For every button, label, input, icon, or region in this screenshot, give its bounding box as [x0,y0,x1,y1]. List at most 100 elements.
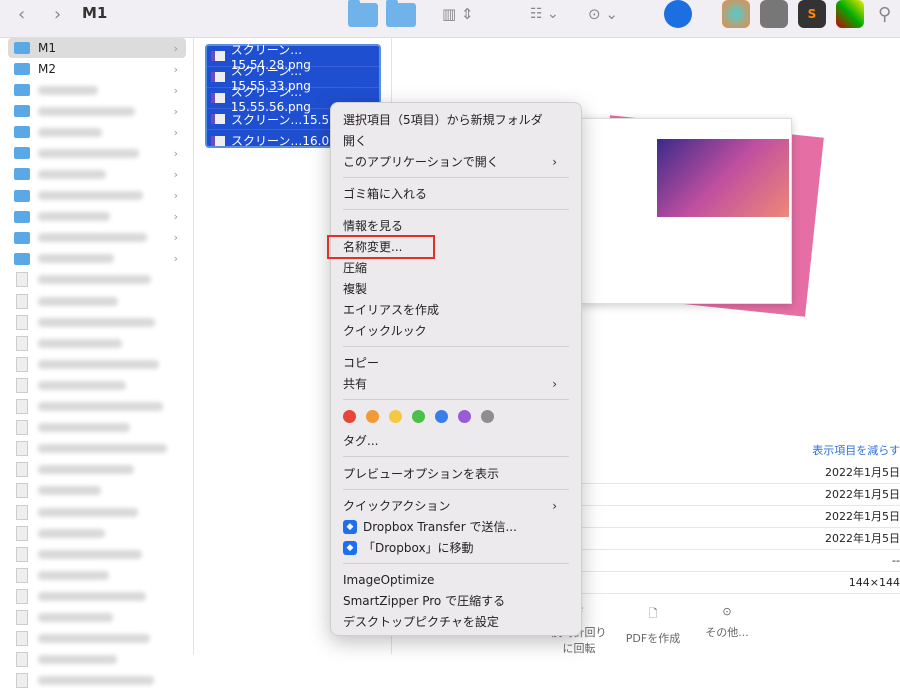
file-row[interactable] [8,418,186,438]
menu-separator [343,489,569,490]
menu-quick-actions[interactable]: クイックアクション › [343,495,569,516]
folder-icon[interactable] [386,0,416,27]
file-row[interactable] [8,333,186,353]
tag-color-dot[interactable] [481,410,494,423]
more-actions-button[interactable]: ⊙ その他... [700,605,754,640]
menu-dropbox-transfer[interactable]: ◆ Dropbox Transfer で送信... [343,516,517,537]
menu-copy[interactable]: コピー [343,352,379,373]
folder-icon[interactable] [348,0,378,27]
file-row[interactable] [8,650,186,670]
menu-separator [343,456,569,457]
tag-color-dot[interactable] [435,410,448,423]
folder-row-m2[interactable]: M2 › [8,59,186,79]
show-less-link[interactable]: 表示項目を減らす [582,440,900,462]
file-row[interactable]: › [8,122,186,142]
menu-dropbox-move[interactable]: ◆ 「Dropbox」に移動 [343,537,474,558]
file-row[interactable]: › [8,186,186,206]
sublime-icon[interactable]: S [798,0,826,28]
image-thumbnail-icon [211,135,225,146]
file-row[interactable] [8,502,186,522]
blurred-name [38,613,113,622]
menu-trash[interactable]: ゴミ箱に入れる [343,183,427,204]
blurred-name [38,570,109,580]
tag-color-dot[interactable] [412,410,425,423]
menu-imageoptimize[interactable]: ImageOptimize [343,569,434,590]
file-icon [16,567,28,583]
back-button[interactable]: ‹ [18,0,25,28]
file-icon [16,356,28,372]
tag-color-dot[interactable] [366,410,379,423]
menu-open[interactable]: 開く [343,130,367,151]
menu-label: 共有 [343,377,368,391]
menu-make-alias[interactable]: エイリアスを作成 [343,299,439,320]
file-row[interactable] [8,481,186,501]
file-row[interactable] [8,375,186,395]
file-row[interactable]: › [8,207,186,227]
menu-compress[interactable]: 圧縮 [343,257,367,278]
file-row[interactable]: › [8,143,186,163]
more-label: その他... [705,626,749,639]
file-row[interactable]: › [8,228,186,248]
blurred-name [38,486,101,496]
file-row[interactable] [8,671,186,691]
menu-open-with[interactable]: このアプリケーションで開く › [343,151,569,172]
file-row[interactable]: › [8,101,186,121]
dropbox-icon: ◆ [343,540,357,555]
file-row[interactable] [8,565,186,585]
app-icon[interactable] [760,0,788,28]
view-columns-icon[interactable]: ▥ ⇕ [442,0,474,28]
chevron-right-icon: › [173,210,178,224]
file-row[interactable]: › [8,249,186,269]
file-row[interactable] [8,523,186,543]
file-row[interactable] [8,586,186,606]
file-row[interactable] [8,270,186,290]
tag-color-dot[interactable] [458,410,471,423]
group-icon[interactable]: ☷ ⌄ [530,0,559,28]
menu-smartzipper[interactable]: SmartZipper Pro で圧縮する [343,590,505,611]
create-pdf-button[interactable]: 🗋 PDFを作成 [620,605,686,646]
file-row[interactable]: › [8,164,186,184]
folder-icon [14,126,30,139]
folder-row-m1[interactable]: M1 › [8,38,186,58]
blurred-name [38,191,143,200]
app-icon[interactable] [722,0,750,28]
forward-button[interactable]: › [54,0,61,28]
file-row[interactable] [8,629,186,649]
blurred-name [38,465,134,475]
file-row[interactable] [8,291,186,311]
tag-color-dot[interactable] [343,410,356,423]
menu-get-info[interactable]: 情報を見る [343,215,403,236]
chevron-right-icon: › [173,41,178,55]
app-icon[interactable] [836,0,864,28]
folder-label: M2 [38,62,56,76]
blurred-name [38,634,150,644]
file-row[interactable] [8,608,186,628]
blurred-name [38,127,102,137]
menu-separator [343,177,569,178]
menu-new-folder[interactable]: 選択項目（5項目）から新規フォルダ [343,109,543,130]
file-row[interactable] [8,460,186,480]
menu-desktop-picture[interactable]: デスクトップピクチャを設定 [343,611,499,632]
search-icon[interactable]: ⚲ [878,0,891,28]
menu-preview-options[interactable]: プレビューオプションを表示 [343,463,499,484]
chevron-right-icon: › [173,252,178,266]
tag-color-dot[interactable] [389,410,402,423]
file-row[interactable]: › [8,80,186,100]
file-icon [16,546,28,562]
menu-duplicate[interactable]: 複製 [343,278,367,299]
menu-tags[interactable]: タグ... [343,430,378,451]
app-icon[interactable] [664,0,692,28]
file-row[interactable] [8,312,186,332]
file-row[interactable] [8,354,186,374]
file-icon [16,399,28,414]
file-row[interactable] [8,397,186,417]
file-row[interactable] [8,439,186,459]
file-row[interactable] [8,544,186,564]
menu-quicklook[interactable]: クイックルック [343,320,427,341]
blurred-name [38,676,154,686]
menu-share[interactable]: 共有 › [343,373,569,394]
blurred-name [38,507,138,517]
chevron-right-icon: › [173,146,178,160]
image-thumbnail-icon [211,51,225,61]
more-icon[interactable]: ⊙ ⌄ [588,0,618,28]
